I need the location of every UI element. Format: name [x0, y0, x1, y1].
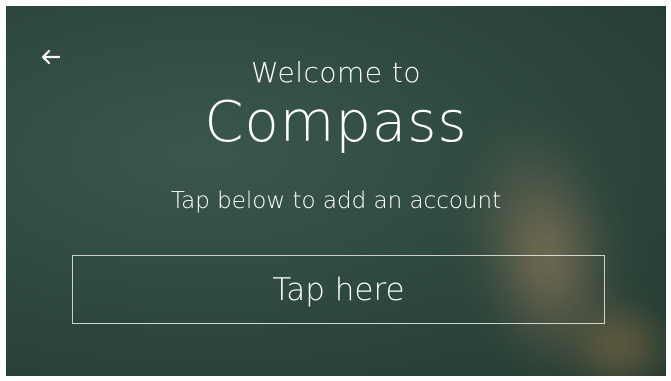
welcome-text: Welcome to [250, 56, 422, 89]
add-account-instruction: Tap below to add an account [170, 188, 502, 214]
app-name-title: Compass [204, 90, 468, 155]
tap-here-button[interactable]: Tap here [72, 255, 605, 324]
welcome-screen: Welcome to Compass Tap below to add an a… [6, 6, 666, 376]
